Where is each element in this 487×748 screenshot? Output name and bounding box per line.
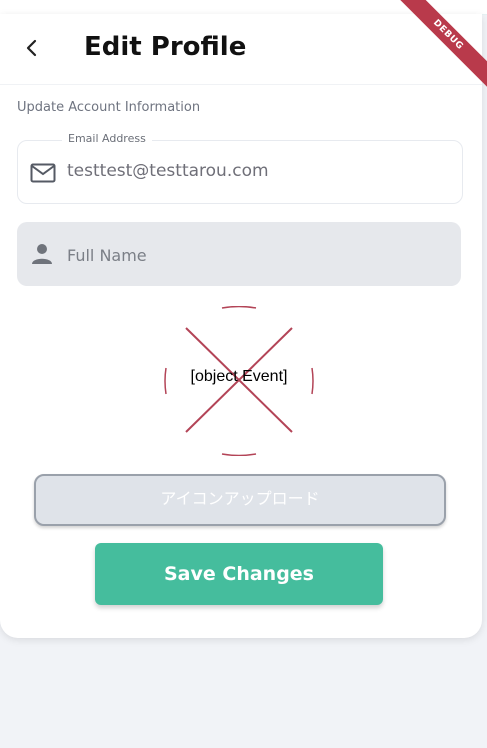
full-name-input[interactable] <box>65 238 449 272</box>
full-name-field[interactable] <box>17 222 461 286</box>
section-label: Update Account Information <box>17 100 201 115</box>
person-icon <box>32 244 52 264</box>
email-value: testtest@testtarou.com <box>67 161 269 181</box>
email-field-label: Email Address <box>62 132 152 145</box>
upload-icon-button[interactable]: アイコンアップロード <box>34 474 446 526</box>
mail-icon <box>30 163 56 183</box>
debug-banner-container: DEBUG <box>0 0 487 100</box>
email-field[interactable]: Email Address testtest@testtarou.com <box>17 132 463 204</box>
save-changes-button[interactable]: Save Changes <box>95 543 383 605</box>
debug-banner: DEBUG <box>395 0 487 88</box>
avatar[interactable]: [object Event] <box>164 306 314 456</box>
avatar-error-text: [object Event] <box>190 368 288 385</box>
